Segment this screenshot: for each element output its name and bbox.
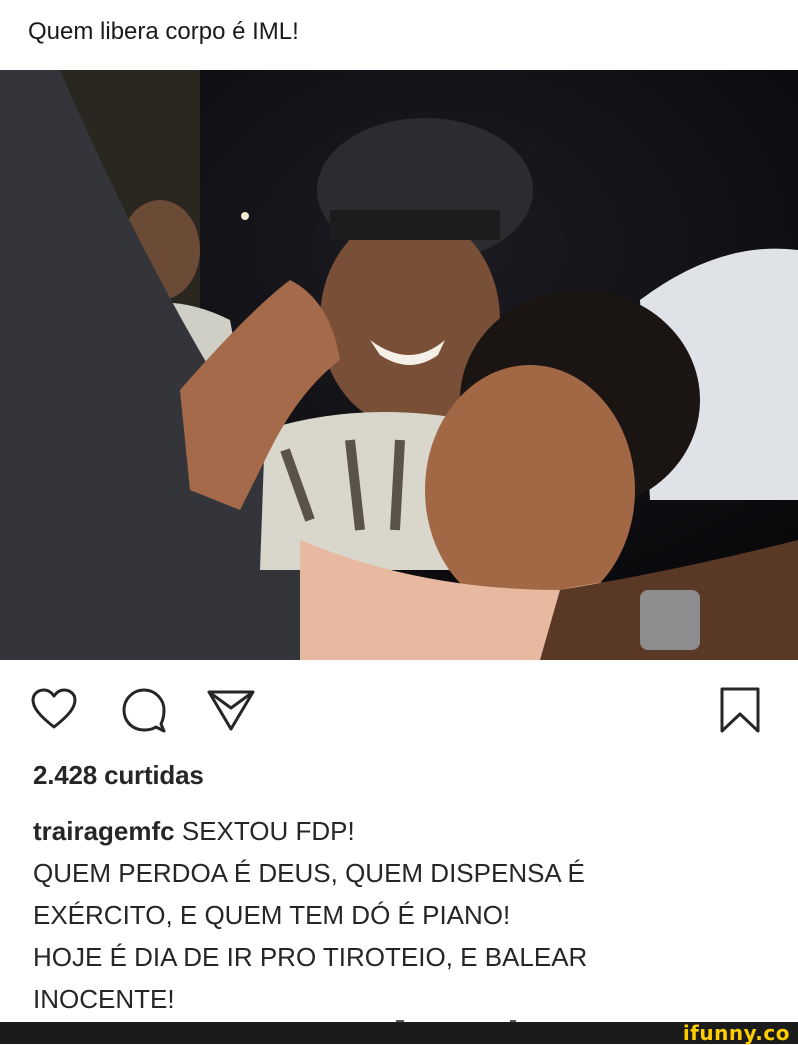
caption-first-line: trairagemfc SEXTOU FDP! [33,810,773,852]
post-photo[interactable] [0,70,798,660]
caption-line: EXÉRCITO, E QUEM TEM DÓ É PIANO! [33,900,511,930]
meme-top-caption: Quem libera corpo é IML! [28,18,299,45]
paper-plane-icon[interactable] [206,688,256,732]
post-caption: trairagemfc SEXTOU FDP! QUEM PERDOA É DE… [33,810,773,1020]
ifunny-watermark: ifunny.co [682,1021,790,1045]
post-action-bar [0,660,798,760]
caption-line: HOJE É DIA DE IR PRO TIROTEIO, E BALEAR [33,942,588,972]
like-count[interactable]: 2.428 curtidas [33,760,204,791]
username-link[interactable]: trairagemfc [33,816,175,846]
cut-off-text-remnant [30,1014,670,1022]
caption-line: QUEM PERDOA É DEUS, QUEM DISPENSA É [33,858,585,888]
heart-outline-icon[interactable] [30,688,78,730]
footer-bar: ifunny.co [0,1022,798,1044]
comment-bubble-icon[interactable] [121,687,167,733]
caption-first-text: SEXTOU FDP! [181,816,355,846]
bookmark-outline-icon[interactable] [719,686,761,734]
